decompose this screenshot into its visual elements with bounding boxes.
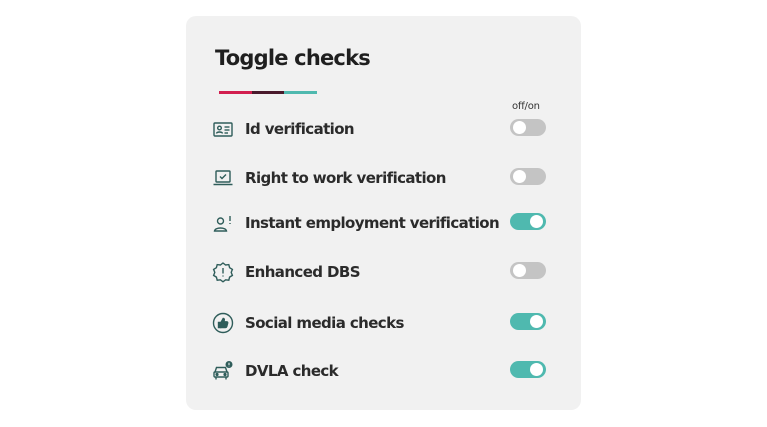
toggle-knob — [513, 121, 526, 134]
check-row-social-media: Social media checks — [186, 309, 581, 339]
badge-alert-icon — [212, 261, 234, 283]
toggle-checks-panel: Toggle checks off/on Id verification Rig… — [186, 16, 581, 410]
check-label: DVLA check — [245, 362, 339, 380]
toggle-switch[interactable] — [510, 262, 546, 279]
person-alert-icon — [212, 212, 234, 234]
check-label: Id verification — [245, 120, 355, 138]
check-row-instant-employment: Instant employment verification — [186, 209, 581, 239]
toggle-knob — [513, 170, 526, 183]
toggle-switch[interactable] — [510, 213, 546, 230]
accent-segment-red — [219, 91, 252, 94]
check-row-dvla: DVLA check — [186, 357, 581, 387]
check-label: Enhanced DBS — [245, 263, 361, 281]
off-on-header: off/on — [512, 101, 540, 112]
check-label: Right to work verification — [245, 169, 446, 187]
check-row-id-verification: Id verification — [186, 115, 581, 145]
toggle-switch[interactable] — [510, 361, 546, 378]
check-label: Instant employment verification — [245, 214, 500, 232]
toggle-switch[interactable] — [510, 313, 546, 330]
toggle-knob — [530, 215, 543, 228]
check-row-enhanced-dbs: Enhanced DBS — [186, 258, 581, 288]
car-alert-icon — [212, 360, 234, 382]
toggle-knob — [530, 363, 543, 376]
toggle-knob — [530, 315, 543, 328]
check-label: Social media checks — [245, 314, 404, 332]
title-accent-line — [219, 91, 317, 94]
toggle-switch[interactable] — [510, 119, 546, 136]
id-card-icon — [212, 118, 234, 140]
accent-segment-dark — [252, 91, 284, 94]
panel-title: Toggle checks — [215, 46, 371, 70]
toggle-switch[interactable] — [510, 168, 546, 185]
laptop-check-icon — [212, 167, 234, 189]
accent-segment-teal — [284, 91, 317, 94]
thumbs-up-icon — [212, 312, 234, 334]
toggle-knob — [513, 264, 526, 277]
check-row-right-to-work: Right to work verification — [186, 164, 581, 194]
